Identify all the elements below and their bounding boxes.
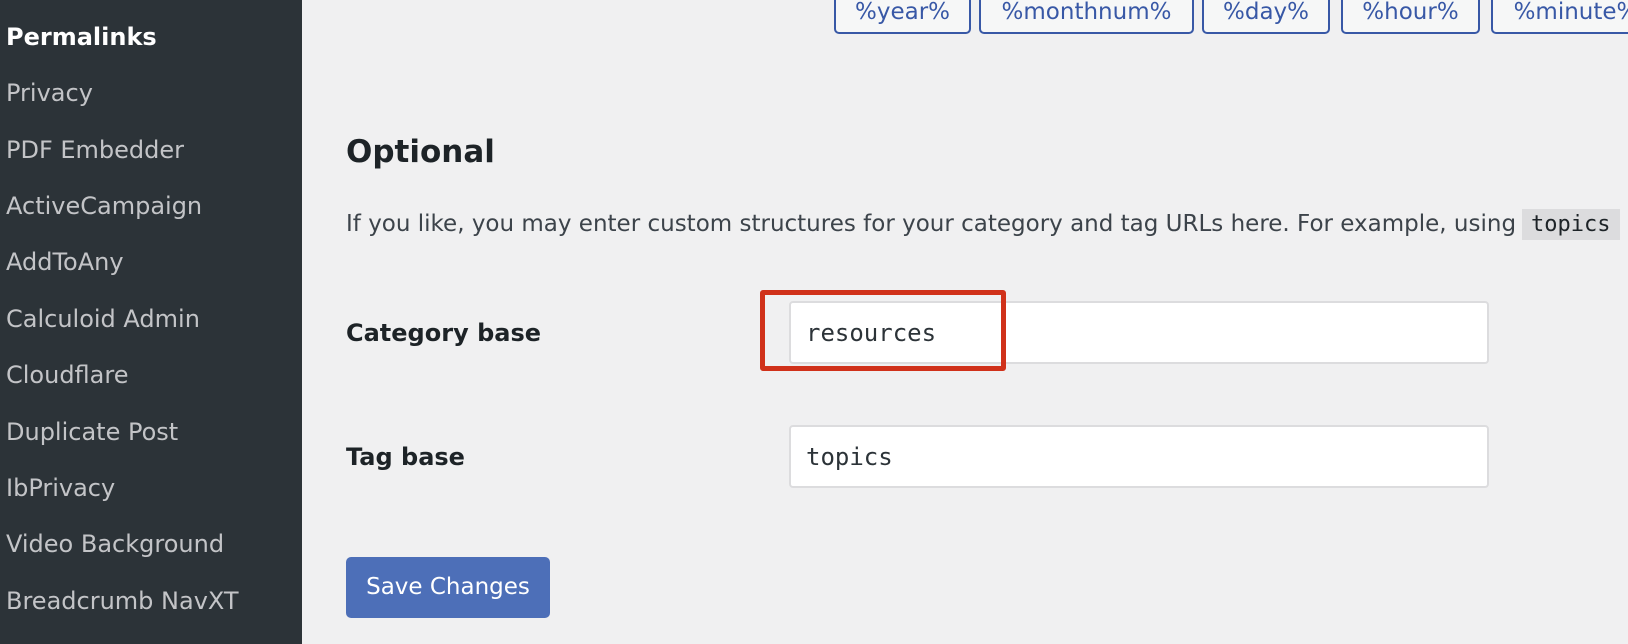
tag-base-label: Tag base	[346, 443, 465, 471]
tag-button-hour[interactable]: %hour%	[1341, 0, 1480, 34]
admin-sidebar: Permalinks Privacy PDF Embedder ActiveCa…	[0, 0, 302, 644]
sidebar-item-duplicate-post[interactable]: Duplicate Post	[6, 417, 178, 447]
section-title-optional: Optional	[346, 134, 495, 170]
category-base-label: Category base	[346, 319, 541, 347]
tag-button-minute[interactable]: %minute%	[1491, 0, 1628, 34]
sidebar-item-permalinks[interactable]: Permalinks	[6, 22, 157, 52]
save-changes-button[interactable]: Save Changes	[346, 557, 550, 618]
description-text: If you like, you may enter custom struct…	[346, 211, 1517, 237]
tag-button-monthnum[interactable]: %monthnum%	[979, 0, 1194, 34]
tag-base-input[interactable]	[789, 425, 1489, 488]
sidebar-item-cloudflare[interactable]: Cloudflare	[6, 360, 128, 390]
sidebar-item-addtoany[interactable]: AddToAny	[6, 247, 124, 277]
sidebar-item-pdf-embedder[interactable]: PDF Embedder	[6, 135, 184, 165]
category-base-input[interactable]	[789, 301, 1489, 364]
sidebar-item-privacy[interactable]: Privacy	[6, 78, 93, 108]
sidebar-item-activecampaign[interactable]: ActiveCampaign	[6, 191, 202, 221]
optional-description: If you like, you may enter custom struct…	[346, 208, 1628, 241]
tag-button-year[interactable]: %year%	[834, 0, 971, 34]
tag-button-day[interactable]: %day%	[1202, 0, 1330, 34]
description-code-example: topics	[1522, 209, 1620, 240]
sidebar-item-breadcrumb-navxt[interactable]: Breadcrumb NavXT	[6, 586, 239, 616]
sidebar-item-calculoid-admin[interactable]: Calculoid Admin	[6, 304, 200, 334]
sidebar-item-video-background[interactable]: Video Background	[6, 529, 224, 559]
main-content: %year% %monthnum% %day% %hour% %minute% …	[302, 0, 1628, 644]
sidebar-item-ibprivacy[interactable]: IbPrivacy	[6, 473, 115, 503]
